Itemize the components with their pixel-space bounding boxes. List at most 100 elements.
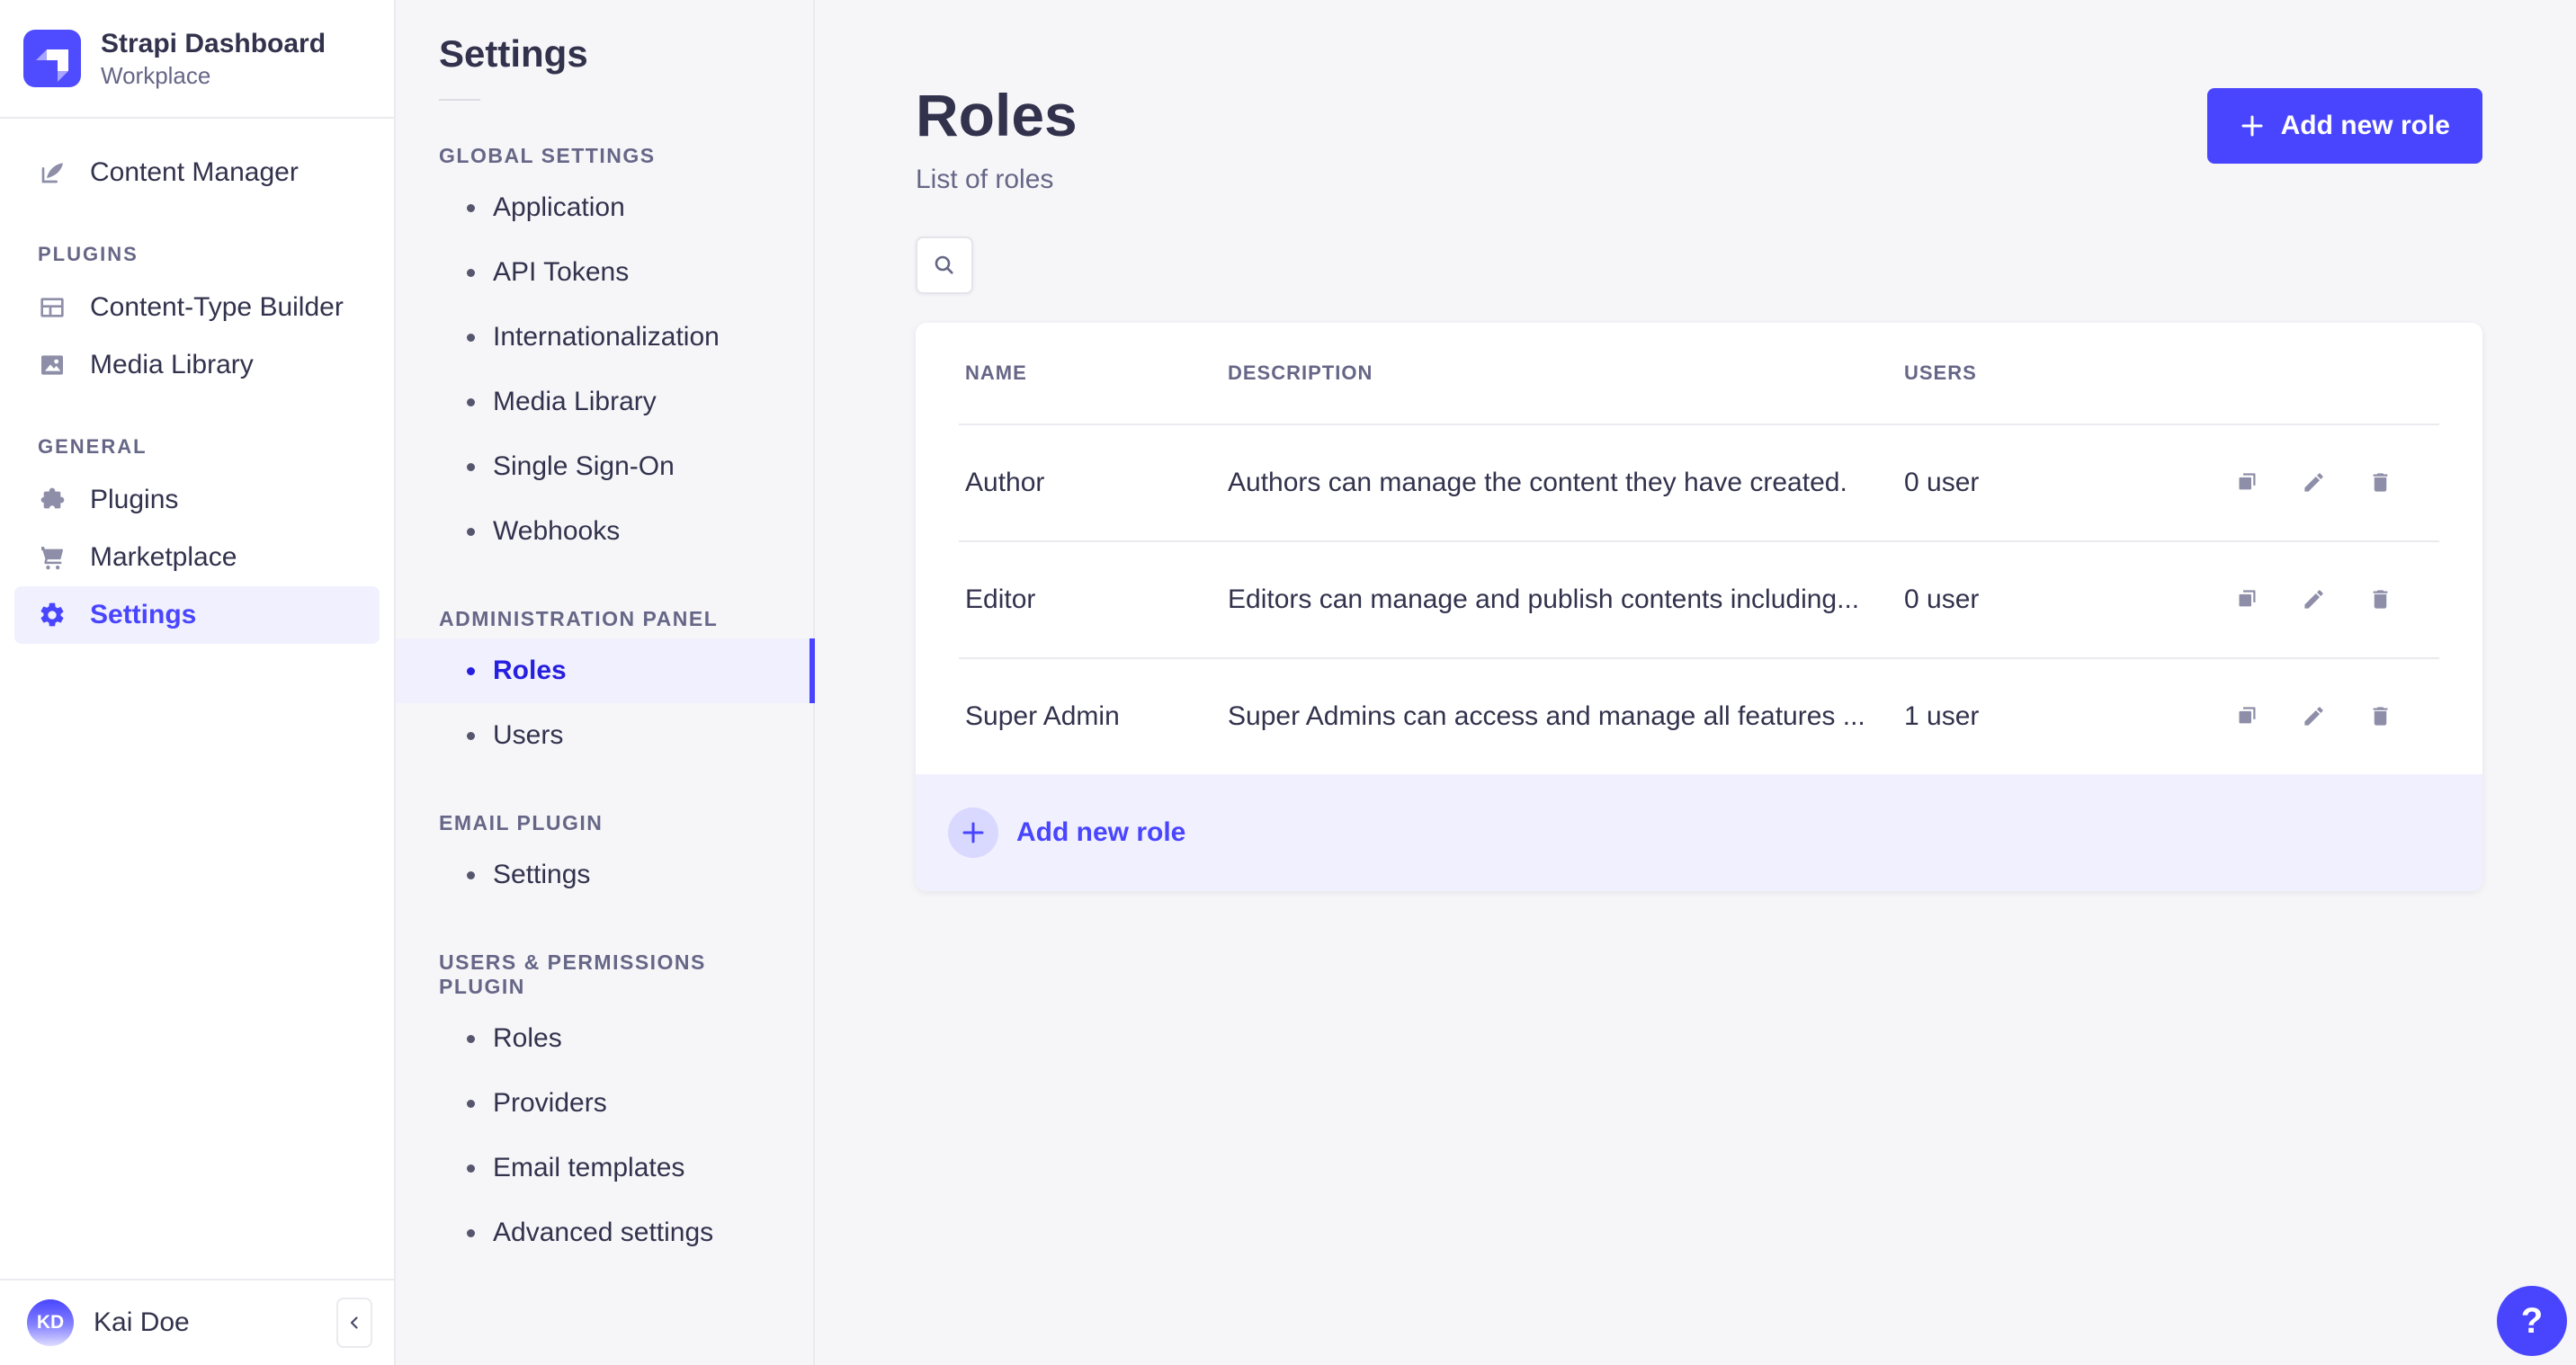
subnav-item-webhooks[interactable]: Webhooks xyxy=(396,499,813,564)
subnav-item-internationalization[interactable]: Internationalization xyxy=(396,305,813,370)
subnav-list: Roles Users xyxy=(396,638,815,768)
bullet-icon xyxy=(467,203,475,212)
subnav-item-media-library[interactable]: Media Library xyxy=(396,370,813,434)
help-button[interactable]: ? xyxy=(2497,1286,2567,1356)
subnav-item-label: API Tokens xyxy=(493,257,630,287)
pencil-icon xyxy=(2304,473,2323,492)
duplicate-role-button[interactable] xyxy=(2235,470,2259,495)
subnav-item-label: Webhooks xyxy=(493,516,621,546)
subnav-item-label: Roles xyxy=(493,1023,562,1053)
subnav-item-label: Users xyxy=(493,720,564,750)
sidebar-item-marketplace[interactable]: Marketplace xyxy=(14,529,380,586)
sidebar-item-content-manager[interactable]: Content Manager xyxy=(14,144,380,201)
search-button[interactable] xyxy=(916,236,973,294)
table-header-row: NAME DESCRIPTION USERS xyxy=(916,323,2482,424)
sidebar-item-settings[interactable]: Settings xyxy=(14,586,380,644)
table-row[interactable]: Author Authors can manage the content th… xyxy=(916,425,2482,540)
brand-text: Strapi Dashboard Workplace xyxy=(101,28,326,90)
footer-add-role-label: Add new role xyxy=(1016,816,1186,847)
subnav-list: Roles Providers Email templates Advanced… xyxy=(396,1006,813,1265)
subnav-item-application[interactable]: Application xyxy=(396,175,813,240)
trash-icon xyxy=(2373,473,2388,492)
sidebar-item-plugins[interactable]: Plugins xyxy=(14,471,380,529)
subnav-section-email-plugin: EMAIL PLUGIN xyxy=(439,811,604,834)
edit-role-button[interactable] xyxy=(2302,470,2326,495)
duplicate-role-button[interactable] xyxy=(2235,587,2259,611)
table-footer-add-role[interactable]: Add new role xyxy=(916,773,2482,891)
add-role-circle-button[interactable] xyxy=(948,807,998,858)
trash-icon xyxy=(2373,590,2388,609)
question-mark-icon: ? xyxy=(2520,1300,2544,1341)
sidebar-item-label: Content-Type Builder xyxy=(90,292,344,322)
subnav-item-email-templates[interactable]: Email templates xyxy=(396,1136,813,1200)
page-subtitle: List of roles xyxy=(916,164,1054,194)
search-icon xyxy=(935,255,953,274)
sidebar-item-media-library[interactable]: Media Library xyxy=(14,336,380,394)
subnav-item-providers[interactable]: Providers xyxy=(396,1071,813,1136)
subnav-section-users-permissions-plugin: USERS & PERMISSIONS PLUGIN xyxy=(439,950,706,998)
role-name: Editor xyxy=(965,584,1036,614)
subnav-item-label: Single Sign-On xyxy=(493,451,675,481)
delete-role-button[interactable] xyxy=(2368,587,2393,611)
collapse-sidebar-button[interactable] xyxy=(336,1298,372,1348)
main-sidebar: Strapi Dashboard Workplace Content Manag… xyxy=(0,0,396,1365)
row-actions xyxy=(2186,587,2393,611)
bullet-icon xyxy=(467,1034,475,1043)
sidebar-item-content-type-builder[interactable]: Content-Type Builder xyxy=(14,279,380,336)
table-row[interactable]: Editor Editors can manage and publish co… xyxy=(916,542,2482,657)
role-name: Super Admin xyxy=(965,700,1120,731)
pen-icon xyxy=(41,163,63,183)
subnav-item-email-settings[interactable]: Settings xyxy=(396,843,813,907)
subnav-section-administration-panel: ADMINISTRATION PANEL xyxy=(439,607,719,630)
role-name: Author xyxy=(965,467,1045,497)
delete-role-button[interactable] xyxy=(2368,470,2393,495)
subnav-item-roles-admin[interactable]: Roles xyxy=(396,638,815,703)
subnav-item-single-sign-on[interactable]: Single Sign-On xyxy=(396,434,813,499)
column-header-name: NAME xyxy=(965,361,1027,384)
column-header-description: DESCRIPTION xyxy=(1228,361,1373,384)
plus-icon xyxy=(2241,115,2263,137)
add-new-role-button[interactable]: Add new role xyxy=(2206,88,2482,164)
sidebar-section-plugins: PLUGINS xyxy=(38,243,139,265)
subnav-list: Settings xyxy=(396,843,813,907)
role-users: 0 user xyxy=(1904,467,1980,497)
duplicate-role-button[interactable] xyxy=(2235,704,2259,728)
edit-role-button[interactable] xyxy=(2302,704,2326,728)
duplicate-icon xyxy=(2239,707,2256,724)
roles-table-card: NAME DESCRIPTION USERS Author Authors ca… xyxy=(916,322,2482,891)
subnav-item-advanced-settings[interactable]: Advanced settings xyxy=(396,1200,813,1265)
delete-role-button[interactable] xyxy=(2368,704,2393,728)
row-actions xyxy=(2186,704,2393,728)
add-new-role-label: Add new role xyxy=(2280,111,2450,140)
role-description: Editors can manage and publish contents … xyxy=(1228,584,1860,614)
sidebar-item-label: Content Manager xyxy=(90,157,299,187)
subnav-item-label: Application xyxy=(493,192,625,222)
subnav-item-users[interactable]: Users xyxy=(396,703,813,768)
edit-role-button[interactable] xyxy=(2302,587,2326,611)
sidebar-section-general: GENERAL xyxy=(38,435,148,458)
subnav-divider xyxy=(439,99,480,101)
cart-icon xyxy=(41,547,63,570)
role-users: 0 user xyxy=(1904,584,1980,614)
workspace-brand[interactable]: Strapi Dashboard Workplace xyxy=(0,0,394,119)
sidebar-item-label: Marketplace xyxy=(90,542,237,572)
subnav-item-label: Roles xyxy=(493,656,567,685)
pencil-icon xyxy=(2304,707,2323,726)
subnav-item-roles-up[interactable]: Roles xyxy=(396,1006,813,1071)
layout-icon xyxy=(40,298,64,317)
bullet-icon xyxy=(467,1228,475,1237)
settings-subnav: Settings GLOBAL SETTINGS Application API… xyxy=(396,0,815,1365)
subnav-item-api-tokens[interactable]: API Tokens xyxy=(396,240,813,305)
bullet-icon xyxy=(467,870,475,879)
table-row[interactable]: Super Admin Super Admins can access and … xyxy=(916,659,2482,774)
sidebar-nav: Content Manager PLUGINS Content-Type Bui… xyxy=(0,144,394,644)
bullet-icon xyxy=(467,397,475,406)
subnav-title: Settings xyxy=(439,32,588,75)
subnav-item-label: Email templates xyxy=(493,1153,685,1182)
avatar[interactable]: KD xyxy=(27,1299,74,1346)
sidebar-item-label: Plugins xyxy=(90,485,179,514)
bullet-icon xyxy=(467,731,475,740)
chevron-left-icon xyxy=(350,1316,358,1329)
trash-icon xyxy=(2373,707,2388,726)
column-header-users: USERS xyxy=(1904,361,1977,384)
